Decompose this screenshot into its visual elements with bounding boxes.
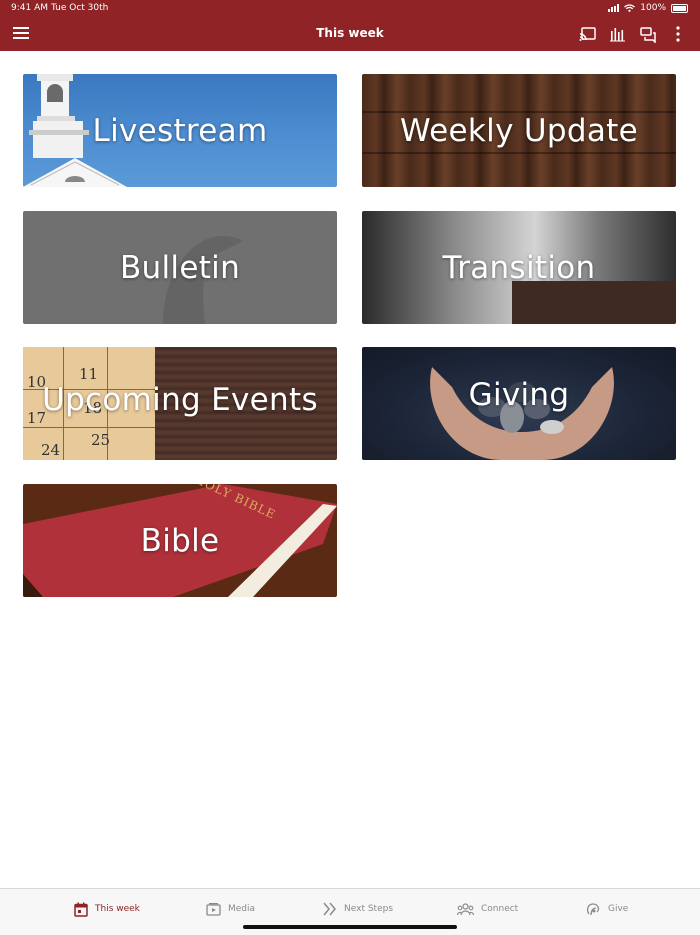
tile-giving[interactable]: Giving xyxy=(362,347,676,460)
tab-give[interactable]: Give xyxy=(586,900,628,918)
tab-label: This week xyxy=(95,904,140,914)
audio-bars-icon[interactable] xyxy=(609,25,627,43)
chat-icon[interactable] xyxy=(639,25,657,43)
tile-transition[interactable]: Transition xyxy=(362,211,676,324)
tile-label: Upcoming Events xyxy=(42,381,318,418)
tab-label: Next Steps xyxy=(344,904,394,914)
tile-bible[interactable]: HOLY BIBLE Bible xyxy=(23,484,337,597)
tile-label: Weekly Update xyxy=(400,112,638,149)
tile-weekly-update[interactable]: Weekly Update xyxy=(362,74,676,187)
tile-label: Bulletin xyxy=(119,249,241,286)
wifi-icon xyxy=(624,4,636,12)
tile-upcoming-events[interactable]: 10 11 17 18 24 25 Upcoming Events xyxy=(23,347,337,460)
tile-label: Giving xyxy=(468,376,570,413)
tab-label: Connect xyxy=(481,904,519,914)
tab-media[interactable]: Media xyxy=(206,900,255,918)
tab-next-steps[interactable]: Next Steps xyxy=(323,900,393,918)
cast-icon[interactable] xyxy=(579,25,597,43)
cellular-signal-icon xyxy=(608,4,620,12)
status-indicators: 100% xyxy=(608,3,688,13)
home-indicator xyxy=(243,925,457,929)
more-vertical-icon[interactable] xyxy=(669,25,687,43)
tile-label: Transition xyxy=(442,249,596,286)
battery-icon xyxy=(671,3,688,13)
tile-livestream[interactable]: Livestream xyxy=(23,74,337,187)
header-bar: 9:41 AM Tue Oct 30th 100% This week xyxy=(0,0,700,51)
give-icon xyxy=(586,902,600,915)
tab-label: Media xyxy=(228,904,256,914)
tile-label: Livestream xyxy=(92,112,268,149)
status-date: Tue Oct 30th xyxy=(51,3,109,13)
status-time: 9:41 AM xyxy=(11,3,48,13)
tab-this-week[interactable]: This week xyxy=(74,900,140,918)
double-chevron-icon xyxy=(323,902,336,916)
tile-bulletin[interactable]: Bulletin xyxy=(23,211,337,324)
battery-percent: 100% xyxy=(640,3,666,13)
media-icon xyxy=(206,903,221,916)
people-icon xyxy=(457,902,474,915)
status-bar: 9:41 AM Tue Oct 30th 100% xyxy=(0,0,700,16)
tile-label: Bible xyxy=(140,522,220,559)
tab-connect[interactable]: Connect xyxy=(457,900,518,918)
calendar-icon xyxy=(74,902,88,917)
tab-label: Give xyxy=(608,904,629,914)
